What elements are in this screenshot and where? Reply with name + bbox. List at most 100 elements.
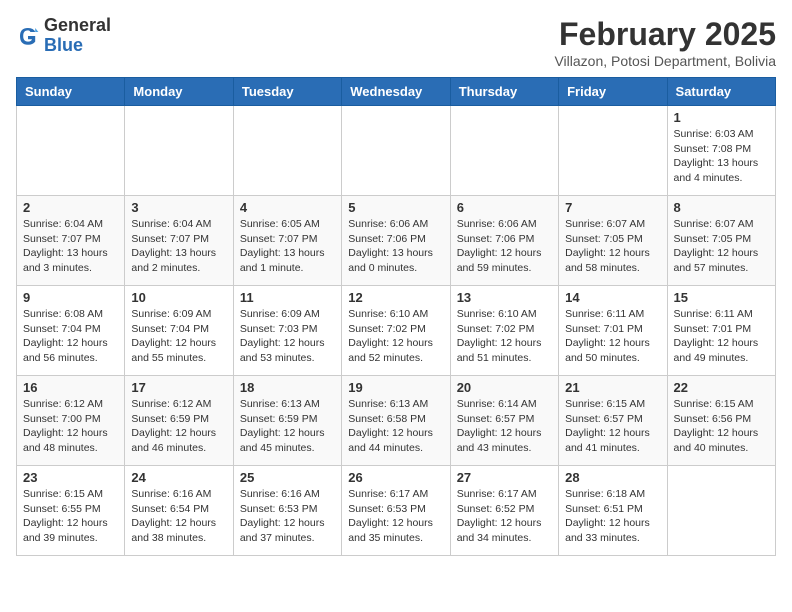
- day-number: 8: [674, 200, 769, 215]
- day-info: Sunrise: 6:04 AM Sunset: 7:07 PM Dayligh…: [23, 217, 118, 276]
- day-info: Sunrise: 6:08 AM Sunset: 7:04 PM Dayligh…: [23, 307, 118, 366]
- weekday-header: Sunday: [17, 78, 125, 106]
- day-info: Sunrise: 6:11 AM Sunset: 7:01 PM Dayligh…: [674, 307, 769, 366]
- weekday-header: Wednesday: [342, 78, 450, 106]
- day-info: Sunrise: 6:12 AM Sunset: 6:59 PM Dayligh…: [131, 397, 226, 456]
- calendar-cell: 3 Sunrise: 6:04 AM Sunset: 7:07 PM Daylig…: [125, 196, 233, 286]
- day-info: Sunrise: 6:09 AM Sunset: 7:04 PM Dayligh…: [131, 307, 226, 366]
- day-info: Sunrise: 6:10 AM Sunset: 7:02 PM Dayligh…: [348, 307, 443, 366]
- day-number: 18: [240, 380, 335, 395]
- day-info: Sunrise: 6:05 AM Sunset: 7:07 PM Dayligh…: [240, 217, 335, 276]
- calendar-cell: [342, 106, 450, 196]
- calendar-cell: 12 Sunrise: 6:10 AM Sunset: 7:02 PM Dayli…: [342, 286, 450, 376]
- day-info: Sunrise: 6:13 AM Sunset: 6:59 PM Dayligh…: [240, 397, 335, 456]
- calendar-cell: [17, 106, 125, 196]
- calendar-week-row: 23 Sunrise: 6:15 AM Sunset: 6:55 PM Dayli…: [17, 466, 776, 556]
- day-number: 21: [565, 380, 660, 395]
- day-number: 10: [131, 290, 226, 305]
- day-number: 23: [23, 470, 118, 485]
- day-info: Sunrise: 6:07 AM Sunset: 7:05 PM Dayligh…: [565, 217, 660, 276]
- day-number: 16: [23, 380, 118, 395]
- calendar-cell: 17 Sunrise: 6:12 AM Sunset: 6:59 PM Dayli…: [125, 376, 233, 466]
- logo: General Blue: [16, 16, 111, 56]
- day-info: Sunrise: 6:15 AM Sunset: 6:56 PM Dayligh…: [674, 397, 769, 456]
- day-number: 11: [240, 290, 335, 305]
- calendar-cell: 28 Sunrise: 6:18 AM Sunset: 6:51 PM Dayli…: [559, 466, 667, 556]
- day-number: 27: [457, 470, 552, 485]
- calendar-cell: [125, 106, 233, 196]
- calendar-cell: 25Sunrise: 6:16 AM Sunset: 6:53 PM Dayli…: [233, 466, 341, 556]
- calendar-cell: 27 Sunrise: 6:17 AM Sunset: 6:52 PM Dayli…: [450, 466, 558, 556]
- calendar-cell: 22Sunrise: 6:15 AM Sunset: 6:56 PM Dayli…: [667, 376, 775, 466]
- calendar-cell: 7 Sunrise: 6:07 AM Sunset: 7:05 PM Daylig…: [559, 196, 667, 286]
- day-number: 7: [565, 200, 660, 215]
- logo-icon: [16, 24, 40, 48]
- day-info: Sunrise: 6:09 AM Sunset: 7:03 PM Dayligh…: [240, 307, 335, 366]
- day-number: 26: [348, 470, 443, 485]
- weekday-header: Friday: [559, 78, 667, 106]
- weekday-header: Tuesday: [233, 78, 341, 106]
- weekday-header: Thursday: [450, 78, 558, 106]
- day-number: 13: [457, 290, 552, 305]
- calendar-cell: 8 Sunrise: 6:07 AM Sunset: 7:05 PM Daylig…: [667, 196, 775, 286]
- day-number: 4: [240, 200, 335, 215]
- day-info: Sunrise: 6:06 AM Sunset: 7:06 PM Dayligh…: [348, 217, 443, 276]
- day-info: Sunrise: 6:17 AM Sunset: 6:52 PM Dayligh…: [457, 487, 552, 546]
- calendar-cell: 4 Sunrise: 6:05 AM Sunset: 7:07 PM Daylig…: [233, 196, 341, 286]
- calendar-cell: 20 Sunrise: 6:14 AM Sunset: 6:57 PM Dayli…: [450, 376, 558, 466]
- calendar-cell: 15 Sunrise: 6:11 AM Sunset: 7:01 PM Dayli…: [667, 286, 775, 376]
- day-info: Sunrise: 6:11 AM Sunset: 7:01 PM Dayligh…: [565, 307, 660, 366]
- calendar-week-row: 1Sunrise: 6:03 AM Sunset: 7:08 PM Daylig…: [17, 106, 776, 196]
- day-info: Sunrise: 6:12 AM Sunset: 7:00 PM Dayligh…: [23, 397, 118, 456]
- day-info: Sunrise: 6:04 AM Sunset: 7:07 PM Dayligh…: [131, 217, 226, 276]
- day-info: Sunrise: 6:13 AM Sunset: 6:58 PM Dayligh…: [348, 397, 443, 456]
- day-number: 20: [457, 380, 552, 395]
- day-number: 24: [131, 470, 226, 485]
- day-number: 1: [674, 110, 769, 125]
- day-number: 5: [348, 200, 443, 215]
- logo-text: General Blue: [44, 16, 111, 56]
- day-number: 12: [348, 290, 443, 305]
- logo-blue-text: Blue: [44, 35, 83, 55]
- calendar-cell: 11 Sunrise: 6:09 AM Sunset: 7:03 PM Dayli…: [233, 286, 341, 376]
- calendar-cell: 2Sunrise: 6:04 AM Sunset: 7:07 PM Daylig…: [17, 196, 125, 286]
- day-number: 28: [565, 470, 660, 485]
- calendar-cell: [450, 106, 558, 196]
- calendar-cell: 5 Sunrise: 6:06 AM Sunset: 7:06 PM Daylig…: [342, 196, 450, 286]
- day-number: 14: [565, 290, 660, 305]
- calendar-week-row: 16 Sunrise: 6:12 AM Sunset: 7:00 PM Dayli…: [17, 376, 776, 466]
- page-header: General Blue February 2025 Villazon, Pot…: [16, 16, 776, 69]
- calendar-week-row: 2Sunrise: 6:04 AM Sunset: 7:07 PM Daylig…: [17, 196, 776, 286]
- location: Villazon, Potosi Department, Bolivia: [554, 53, 776, 69]
- day-number: 17: [131, 380, 226, 395]
- logo-general: General: [44, 15, 111, 35]
- day-info: Sunrise: 6:15 AM Sunset: 6:57 PM Dayligh…: [565, 397, 660, 456]
- title-block: February 2025 Villazon, Potosi Departmen…: [554, 16, 776, 69]
- day-info: Sunrise: 6:14 AM Sunset: 6:57 PM Dayligh…: [457, 397, 552, 456]
- day-info: Sunrise: 6:16 AM Sunset: 6:54 PM Dayligh…: [131, 487, 226, 546]
- calendar-table: SundayMondayTuesdayWednesdayThursdayFrid…: [16, 77, 776, 556]
- calendar-cell: 1Sunrise: 6:03 AM Sunset: 7:08 PM Daylig…: [667, 106, 775, 196]
- calendar-cell: [667, 466, 775, 556]
- calendar-header-row: SundayMondayTuesdayWednesdayThursdayFrid…: [17, 78, 776, 106]
- day-number: 3: [131, 200, 226, 215]
- calendar-cell: 14 Sunrise: 6:11 AM Sunset: 7:01 PM Dayli…: [559, 286, 667, 376]
- weekday-header: Monday: [125, 78, 233, 106]
- day-number: 9: [23, 290, 118, 305]
- calendar-cell: 19 Sunrise: 6:13 AM Sunset: 6:58 PM Dayli…: [342, 376, 450, 466]
- month-year: February 2025: [554, 16, 776, 53]
- calendar-cell: 6Sunrise: 6:06 AM Sunset: 7:06 PM Daylig…: [450, 196, 558, 286]
- calendar-cell: 23 Sunrise: 6:15 AM Sunset: 6:55 PM Dayli…: [17, 466, 125, 556]
- calendar-cell: 13Sunrise: 6:10 AM Sunset: 7:02 PM Dayli…: [450, 286, 558, 376]
- day-info: Sunrise: 6:18 AM Sunset: 6:51 PM Dayligh…: [565, 487, 660, 546]
- calendar-cell: 10 Sunrise: 6:09 AM Sunset: 7:04 PM Dayli…: [125, 286, 233, 376]
- calendar-week-row: 9 Sunrise: 6:08 AM Sunset: 7:04 PM Daylig…: [17, 286, 776, 376]
- day-info: Sunrise: 6:07 AM Sunset: 7:05 PM Dayligh…: [674, 217, 769, 276]
- day-number: 19: [348, 380, 443, 395]
- day-number: 15: [674, 290, 769, 305]
- day-info: Sunrise: 6:17 AM Sunset: 6:53 PM Dayligh…: [348, 487, 443, 546]
- weekday-header: Saturday: [667, 78, 775, 106]
- calendar-cell: [233, 106, 341, 196]
- day-info: Sunrise: 6:16 AM Sunset: 6:53 PM Dayligh…: [240, 487, 335, 546]
- day-info: Sunrise: 6:15 AM Sunset: 6:55 PM Dayligh…: [23, 487, 118, 546]
